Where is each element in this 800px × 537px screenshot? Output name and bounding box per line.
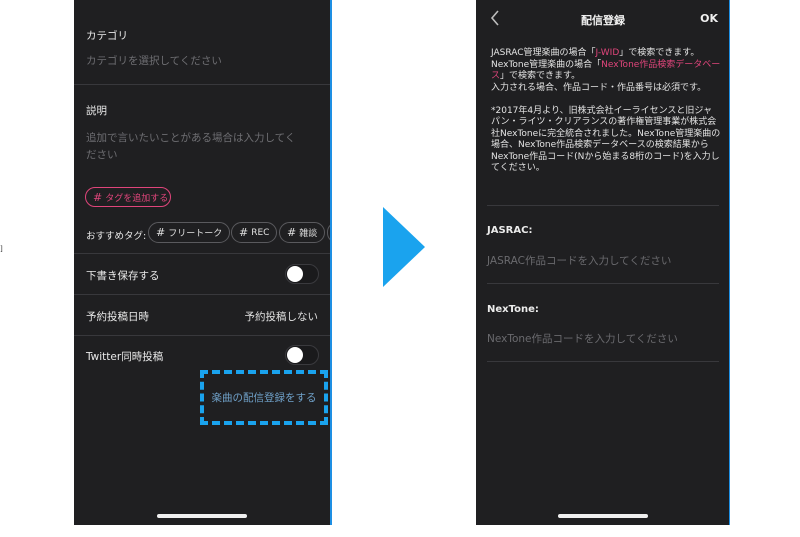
- add-tag-button[interactable]: # タグを追加する: [85, 187, 171, 207]
- home-indicator: [157, 514, 247, 518]
- notice-text-part: NexTone作品コード(Nから始まる8桁のコード)を入力してください。: [491, 151, 720, 174]
- nextone-label: NexTone:: [487, 304, 539, 315]
- divider: [74, 294, 330, 295]
- hash-icon: #: [156, 226, 166, 239]
- divider: [487, 283, 719, 284]
- tag-chip-label: フリートーク: [168, 229, 223, 239]
- recommended-tags-label: おすすめタグ:: [86, 231, 147, 242]
- music-distribution-link[interactable]: 楽曲の配信登録をする: [200, 370, 328, 425]
- notice-text-part: 」で検索できます。: [619, 48, 700, 58]
- notice-text-part: NexTone管理楽曲の場合「: [491, 59, 602, 70]
- edge-line: [330, 0, 332, 525]
- home-indicator: [558, 514, 648, 518]
- notice-text-part: 入力される場合、作品コード・作品番号は必須です。: [491, 82, 707, 93]
- tag-chip-rec[interactable]: # REC: [231, 222, 278, 243]
- nextone-input[interactable]: NexTone作品コードを入力してください: [487, 331, 678, 346]
- category-select[interactable]: カテゴリを選択してください: [86, 53, 222, 70]
- divider: [74, 84, 330, 85]
- tag-chip-free-talk[interactable]: # フリートーク: [148, 222, 231, 243]
- toggle-knob: [287, 266, 303, 282]
- notice-text-part: JASRAC管理楽曲の場合「: [491, 48, 596, 58]
- notice-text: JASRAC管理楽曲の場合「J-WID」で検索できます。 NexTone管理楽曲…: [491, 48, 721, 175]
- tag-chip-chat[interactable]: # 雑談: [279, 222, 326, 243]
- jwid-link[interactable]: J-WID: [596, 48, 620, 58]
- twitter-post-toggle[interactable]: [285, 345, 319, 365]
- description-input[interactable]: 追加で言いたいことがある場合は入力してく ださい: [86, 130, 322, 164]
- scheduled-post-value[interactable]: 予約投稿しない: [245, 309, 319, 324]
- divider: [487, 361, 719, 362]
- category-label: カテゴリ: [86, 30, 128, 42]
- description-label: 説明: [86, 105, 107, 117]
- tag-chip-label: REC: [251, 227, 270, 238]
- edge-line: [729, 0, 730, 525]
- description-placeholder-line1: 追加で言いたいことがある場合は入力してく: [86, 132, 296, 144]
- stray-mark: ]: [0, 245, 3, 253]
- tag-chip-label: 雑談: [299, 229, 318, 239]
- post-settings-screen: カテゴリ カテゴリを選択してください 説明 追加で言いたいことがある場合は入力し…: [74, 0, 330, 525]
- twitter-post-label: Twitter同時投稿: [86, 351, 164, 363]
- add-tag-label: タグを追加する: [105, 193, 169, 204]
- scheduled-post-label: 予約投稿日時: [86, 311, 149, 323]
- jasrac-label: JASRAC:: [487, 225, 533, 236]
- notice-text-part: *2017年4月より、旧株式会社イーライセンスと旧ジャパン・ライツ・クリアランス…: [491, 105, 721, 151]
- toggle-knob: [287, 347, 303, 363]
- divider: [487, 205, 719, 206]
- page-title: 配信登録: [581, 14, 625, 27]
- jasrac-input[interactable]: JASRAC作品コードを入力してください: [487, 253, 671, 268]
- notice-text-part: 」で検索できます。: [500, 71, 581, 81]
- save-draft-label: 下書き保存する: [86, 270, 160, 282]
- hash-icon: #: [93, 190, 103, 204]
- divider: [74, 253, 330, 254]
- divider: [74, 335, 330, 336]
- save-draft-toggle[interactable]: [285, 264, 319, 284]
- arrow-right-icon: [383, 207, 425, 287]
- ok-button[interactable]: OK: [700, 12, 718, 25]
- hash-icon: #: [239, 226, 249, 239]
- hash-icon: #: [287, 226, 297, 239]
- distribution-registration-screen: 配信登録 OK JASRAC管理楽曲の場合「J-WID」で検索できます。 Nex…: [476, 0, 730, 525]
- description-placeholder-line2: ださい: [86, 149, 118, 161]
